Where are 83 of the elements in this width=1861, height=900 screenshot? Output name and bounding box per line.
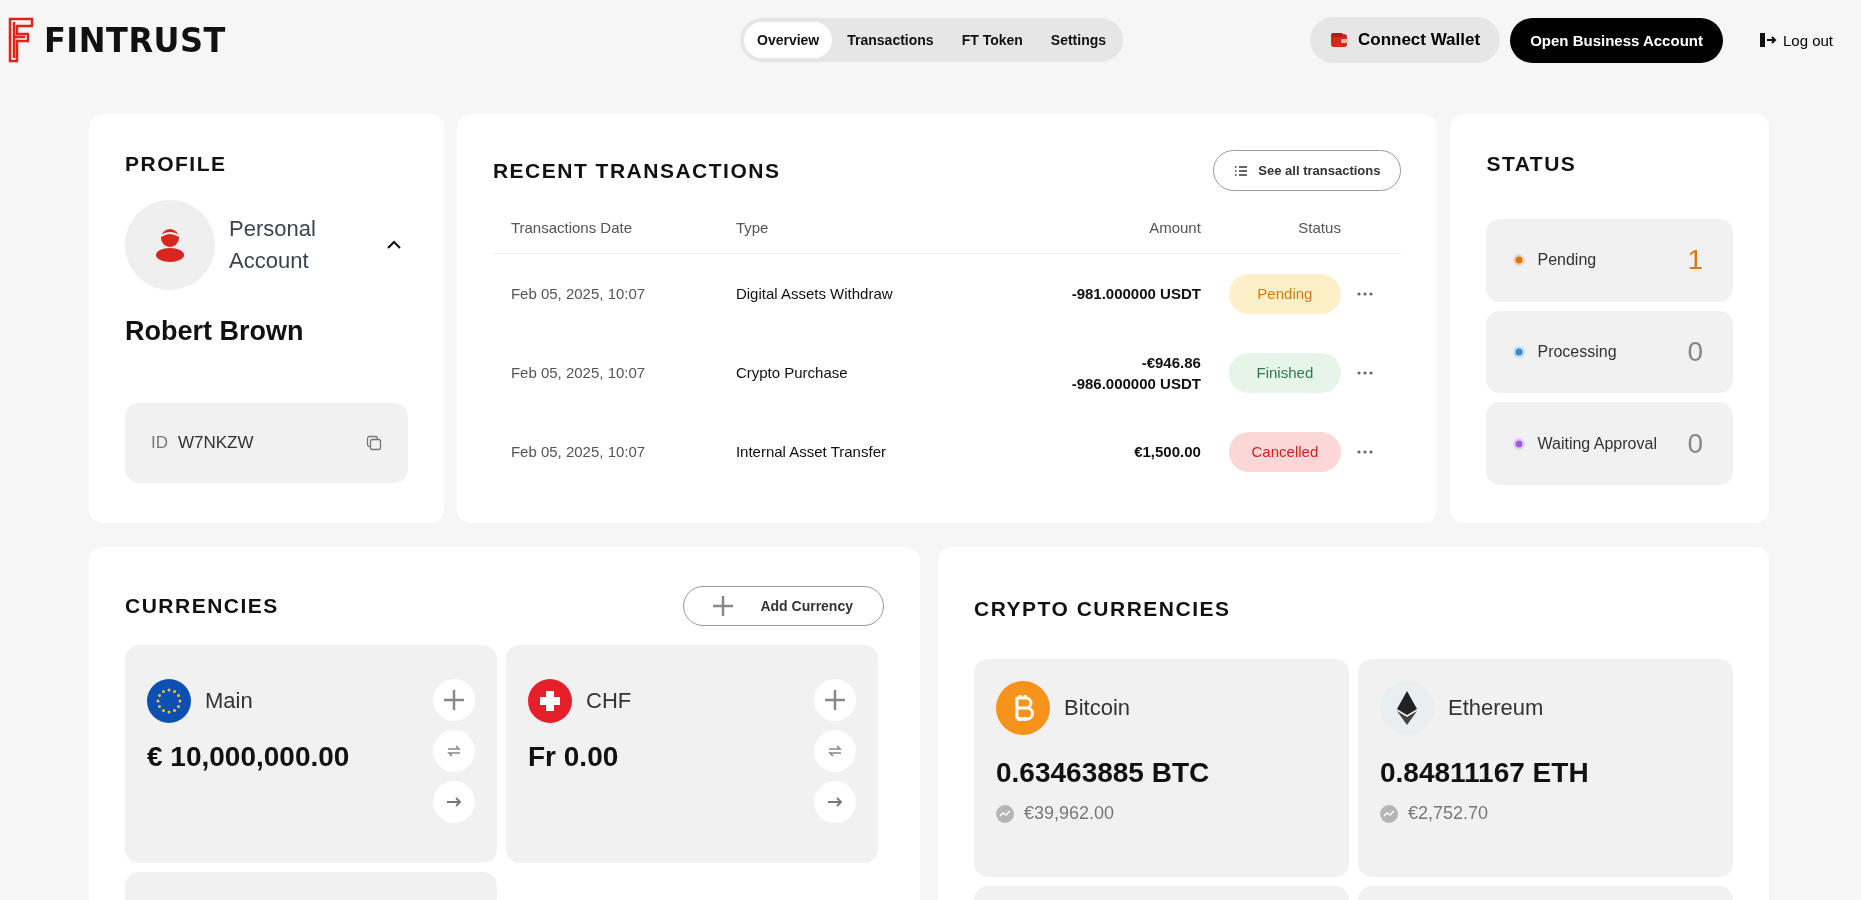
chevron-icon[interactable] <box>385 240 402 250</box>
logout-icon <box>1758 32 1777 48</box>
avatar-icon <box>125 200 215 290</box>
date-cell-text: Feb 05, 2025, 10:07 <box>510 443 647 460</box>
crypto-balance: 0.84811167 ETH <box>1380 757 1590 789</box>
crypto-name: Ethereum <box>1448 695 1544 721</box>
amount-cell-text: €1,500.00 <box>1134 442 1201 462</box>
status-count: 1 <box>1687 244 1703 277</box>
section-title: STATUS <box>1486 152 1578 176</box>
crypto-name: Bitcoin <box>1064 695 1131 721</box>
date-cell-text: Feb 05, 2025, 10:07 <box>510 364 647 381</box>
currency-balance: € 10,000,000.00 <box>147 741 351 773</box>
column-header: Amount <box>1148 218 1201 236</box>
status-dot <box>1513 346 1526 358</box>
fiat-value: €39,962.00 <box>1024 803 1115 824</box>
date-cell-text: Feb 05, 2025, 10:07 <box>510 285 647 302</box>
type-cell-text: Digital Assets Withdraw <box>735 285 894 302</box>
send-button[interactable] <box>814 781 856 823</box>
exchange-button[interactable] <box>433 730 475 772</box>
id-value: W7NKZW <box>178 433 254 453</box>
currency-name: Main <box>205 688 253 714</box>
swap-icon <box>827 744 843 758</box>
wallet-icon <box>1330 32 1348 48</box>
flag-icon <box>147 679 191 723</box>
plus-icon <box>712 594 735 617</box>
nav-tab[interactable]: Overview <box>744 22 833 58</box>
column-header: Type <box>735 218 770 236</box>
send-button[interactable] <box>433 781 475 823</box>
status-badge: Pending <box>1228 273 1341 314</box>
see-all-button[interactable]: See all transactions <box>1213 150 1402 191</box>
copy-icon[interactable] <box>365 435 382 451</box>
column-header: Status <box>1297 218 1341 236</box>
currency-name: CHF <box>586 688 632 714</box>
trend-icon <box>996 804 1014 823</box>
arrow-icon <box>827 796 843 808</box>
amount-cell-text: -986.000000 USDT <box>1071 373 1201 394</box>
more-icon[interactable] <box>1357 291 1374 296</box>
fiat-value: €2,752.70 <box>1408 803 1489 824</box>
connect-wallet-button[interactable]: Connect Wallet <box>1310 17 1501 63</box>
flag-icon <box>528 679 572 723</box>
more-icon[interactable] <box>1357 449 1374 454</box>
exchange-button[interactable] <box>814 730 856 772</box>
type-cell-text: Internal Asset Transfer <box>735 443 887 460</box>
plus-icon <box>824 689 846 711</box>
plus-icon <box>443 689 465 711</box>
type-cell-text: Crypto Purchase <box>735 364 849 381</box>
more-icon[interactable] <box>1357 370 1374 375</box>
section-title: CRYPTO CURRENCIES <box>974 597 1232 621</box>
column-header: Transactions Date <box>510 218 634 236</box>
logo-icon <box>8 17 34 63</box>
status-badge: Cancelled <box>1228 431 1341 472</box>
nav-tab[interactable]: FT Token <box>948 22 1036 58</box>
status-dot <box>1513 437 1526 450</box>
crypto-balance: 0.63463885 BTC <box>996 757 1211 789</box>
coin-icon <box>996 681 1050 735</box>
status-label: Processing <box>1537 343 1617 361</box>
add-currency-button[interactable]: Add Currency <box>683 585 884 626</box>
amount-cell-text: -981.000000 USDT <box>1071 284 1201 304</box>
logout-button[interactable]: Log out <box>1752 30 1839 50</box>
section-title: CURRENCIES <box>125 593 279 618</box>
deposit-button[interactable] <box>814 679 856 721</box>
status-dot <box>1513 254 1526 267</box>
nav-tab[interactable]: Settings <box>1037 22 1120 58</box>
open-business-account-button[interactable]: Open Business Account <box>1510 17 1723 63</box>
swap-icon <box>446 744 462 758</box>
status-label: Pending <box>1537 251 1597 270</box>
status-count: 0 <box>1687 427 1703 460</box>
section-title: PROFILE <box>125 152 228 176</box>
trend-icon <box>1380 804 1398 823</box>
currency-balance: Fr 0.00 <box>528 741 620 773</box>
user-name: Robert Brown <box>125 316 305 347</box>
section-title: RECENT TRANSACTIONS <box>492 158 781 183</box>
status-label: Waiting Approval <box>1537 434 1657 453</box>
nav-tab[interactable]: Transactions <box>834 22 947 58</box>
status-badge: Finished <box>1228 352 1341 393</box>
status-count: 0 <box>1687 336 1703 368</box>
logo-text: FINTRUST <box>44 20 226 60</box>
list-icon <box>1234 164 1249 177</box>
arrow-icon <box>446 796 462 808</box>
deposit-button[interactable] <box>433 679 475 721</box>
account-type: Personal Account <box>229 215 317 275</box>
amount-cell-text: -€946.86 <box>1141 352 1201 373</box>
id-label: ID <box>151 433 168 453</box>
